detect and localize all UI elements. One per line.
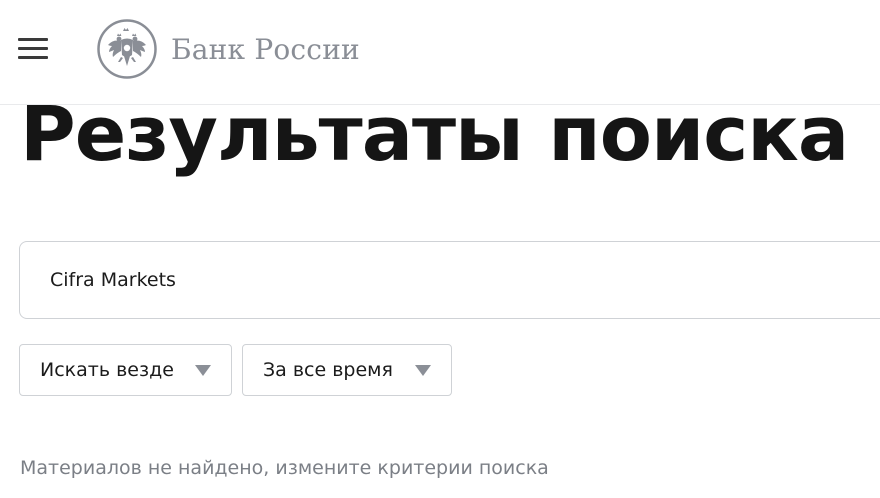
logo-text: Банк России <box>171 32 360 66</box>
bank-logo[interactable]: Банк России <box>97 18 360 80</box>
scope-select[interactable]: Искать везде <box>19 344 232 396</box>
search-input[interactable] <box>50 242 830 318</box>
chevron-down-icon <box>195 365 211 376</box>
search-box[interactable] <box>19 241 880 319</box>
period-select-label: За все время <box>263 359 393 381</box>
double-headed-eagle-icon <box>97 19 157 79</box>
no-results-message: Материалов не найдено, измените критерии… <box>20 457 549 479</box>
scope-select-label: Искать везде <box>40 359 174 381</box>
chevron-down-icon <box>415 365 431 376</box>
period-select[interactable]: За все время <box>242 344 452 396</box>
page-title: Результаты поиска <box>20 89 849 178</box>
hamburger-menu-icon[interactable] <box>18 38 50 60</box>
